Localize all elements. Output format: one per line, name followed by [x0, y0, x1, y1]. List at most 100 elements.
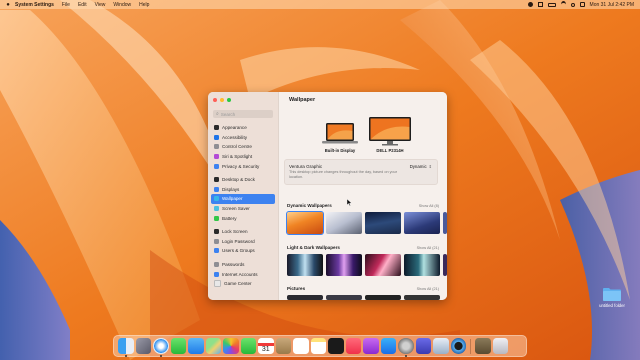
notes-icon[interactable] [310, 338, 326, 354]
record-icon[interactable] [527, 2, 533, 7]
sidebar-item-label: Accessibility [222, 134, 248, 140]
star-icon[interactable] [415, 338, 431, 354]
wallpaper-thumbnail[interactable] [287, 295, 323, 300]
music-icon[interactable] [345, 338, 361, 354]
appearance-mode-popup[interactable]: Dynamic ⇕ [410, 164, 432, 169]
trash-icon[interactable] [492, 338, 508, 354]
sidebar-item-privacy-security[interactable]: Privacy & Security [211, 161, 275, 171]
apple-menu-icon[interactable]: ● [4, 2, 12, 8]
chevron-updown-icon: ⇕ [428, 164, 432, 169]
podcasts-icon[interactable] [363, 338, 379, 354]
wallpaper-icon [214, 196, 219, 202]
screen-icon[interactable] [537, 2, 543, 7]
safari-icon[interactable] [153, 338, 169, 357]
search-icon: ⌕ [216, 111, 219, 117]
sidebar-item-displays[interactable]: Displays [211, 185, 275, 195]
sidebar-item-battery[interactable]: Battery [211, 213, 275, 223]
system-settings-icon[interactable] [398, 338, 414, 357]
folder-icon [602, 287, 622, 302]
wallpaper-thumbnail[interactable] [443, 254, 447, 276]
desktop-dock-icon [214, 177, 219, 183]
app-store-icon[interactable] [380, 338, 396, 354]
sidebar-item-users-groups[interactable]: Users & Groups [211, 246, 275, 256]
minimize-button[interactable] [220, 98, 224, 102]
menu-file[interactable]: File [62, 2, 70, 8]
sidebar-item-internet-accounts[interactable]: Internet Accounts [211, 269, 275, 279]
sidebar-item-label: Internet Accounts [222, 271, 258, 277]
sidebar-item-login-password[interactable]: Login Password [211, 237, 275, 247]
system-settings-window: ⌕ Search Appearance Accessibility Control … [208, 92, 447, 300]
light-dark-thumbnails [287, 254, 447, 276]
wallpaper-thumbnail[interactable] [286, 211, 324, 235]
show-all-light-dark[interactable]: Show All (21) [417, 246, 439, 250]
mail-icon[interactable] [188, 338, 204, 354]
display-dell[interactable]: DELL P2314H [367, 116, 413, 153]
mode-value: Dynamic [409, 164, 427, 169]
menu-help[interactable]: Help [139, 2, 149, 8]
preview-icon[interactable] [433, 338, 449, 354]
dock: 31 [113, 335, 527, 357]
wallpaper-thumbnail[interactable] [404, 254, 440, 276]
status-area: Mon 31 Jul 2:42 PM [527, 0, 634, 9]
reminders-icon[interactable] [293, 338, 309, 354]
sidebar-item-lock-screen[interactable]: Lock Screen [211, 227, 275, 237]
facetime-icon[interactable] [240, 338, 256, 354]
display-builtin[interactable]: Built-in Display [318, 122, 362, 153]
maps-icon[interactable] [205, 338, 221, 354]
game-center-icon [214, 280, 221, 288]
wallpaper-thumbnail[interactable] [326, 295, 362, 300]
control-center-icon[interactable] [579, 2, 585, 7]
display-picker: Built-in Display DELL P2314H [287, 110, 439, 157]
sidebar-item-label: Siri & Spotlight [222, 154, 253, 160]
quicktime-icon[interactable] [450, 338, 466, 354]
zoom-button[interactable] [227, 98, 231, 102]
menu-clock[interactable]: Mon 31 Jul 2:42 PM [590, 2, 634, 8]
control-centre-icon [214, 144, 219, 150]
sidebar-list: Appearance Accessibility Control Centre Sir… [211, 123, 275, 289]
menu-app-name[interactable]: System Settings [15, 2, 54, 8]
sidebar-item-siri-spotlight[interactable]: Siri & Spotlight [211, 152, 275, 162]
sidebar-item-label: Passwords [222, 262, 245, 268]
launchpad-icon[interactable] [135, 338, 151, 354]
show-all-pictures[interactable]: Show All (21) [417, 287, 439, 291]
sidebar-item-wallpaper[interactable]: Wallpaper [211, 194, 275, 204]
menu-edit[interactable]: Edit [78, 2, 87, 8]
photos-icon[interactable] [223, 338, 239, 354]
tv-icon[interactable] [328, 338, 344, 354]
search-icon[interactable] [570, 2, 575, 7]
sidebar-item-game-center[interactable]: Game Center [211, 279, 275, 289]
wallpaper-thumbnail[interactable] [365, 254, 401, 276]
sidebar-item-control-centre[interactable]: Control Centre [211, 142, 275, 152]
wallpaper-thumbnail[interactable] [443, 212, 447, 234]
sidebar-item-desktop-dock[interactable]: Desktop & Dock [211, 175, 275, 185]
wallpaper-thumbnail[interactable] [365, 295, 401, 300]
finder-icon[interactable] [118, 338, 134, 357]
close-button[interactable] [213, 98, 217, 102]
sidebar-item-appearance[interactable]: Appearance [211, 123, 275, 133]
current-wallpaper-name: Ventura Graphic [289, 164, 323, 169]
sidebar-item-accessibility[interactable]: Accessibility [211, 133, 275, 143]
menu-window[interactable]: Window [113, 2, 131, 8]
wallpaper-thumbnail[interactable] [404, 212, 440, 234]
calendar-icon[interactable]: 31 [258, 338, 274, 354]
wallpaper-thumbnail[interactable] [287, 254, 323, 276]
sidebar-item-label: Login Password [222, 238, 255, 244]
desktop-folder[interactable]: untitled folder [599, 287, 625, 308]
menu-view[interactable]: View [95, 2, 106, 8]
sidebar-item-label: Game Center [224, 281, 252, 287]
show-all-dynamic[interactable]: Show All (8) [419, 204, 439, 208]
sidebar-item-passwords[interactable]: Passwords [211, 260, 275, 270]
wallpaper-thumbnail[interactable] [326, 212, 362, 234]
wallpaper-thumbnail[interactable] [404, 295, 440, 300]
contacts-icon[interactable] [275, 338, 291, 354]
wallpaper-thumbnail[interactable] [365, 212, 401, 234]
downloads-stack-icon[interactable] [475, 338, 491, 354]
messages-icon[interactable] [170, 338, 186, 354]
sidebar-item-screen-saver[interactable]: Screen Saver [211, 204, 275, 214]
sidebar-search-field[interactable]: ⌕ Search [213, 110, 273, 118]
wifi-icon[interactable] [560, 1, 566, 8]
wallpaper-thumbnail[interactable] [326, 254, 362, 276]
sidebar-item-label: Lock Screen [222, 229, 248, 235]
appearance-icon [214, 125, 219, 131]
battery-icon[interactable] [547, 2, 556, 7]
